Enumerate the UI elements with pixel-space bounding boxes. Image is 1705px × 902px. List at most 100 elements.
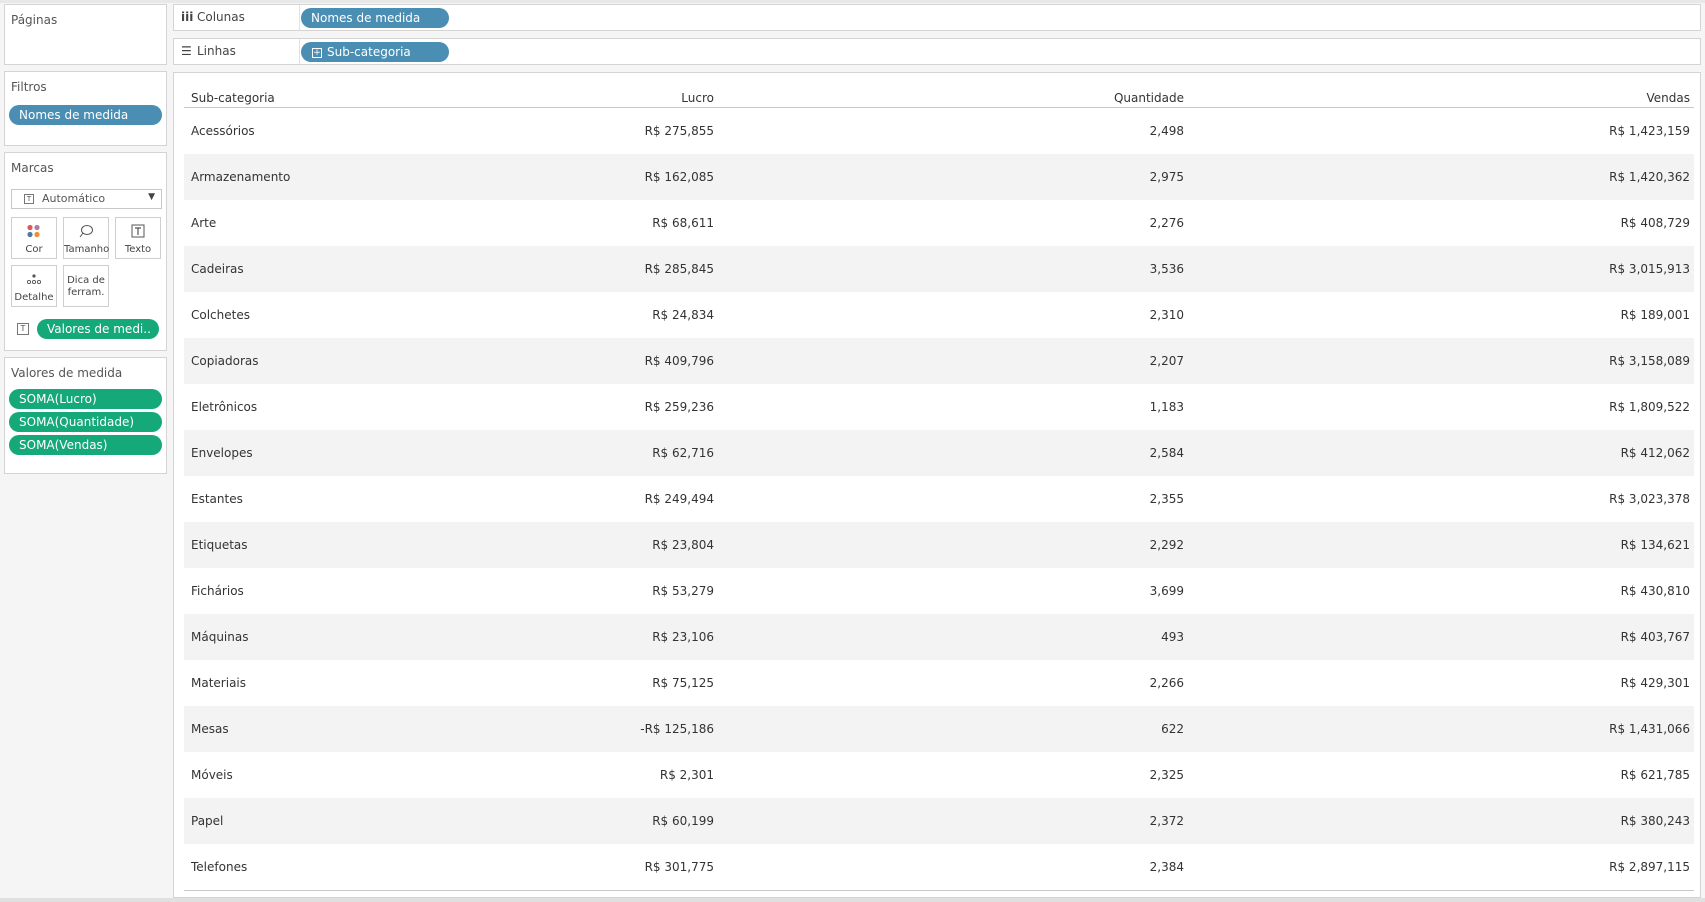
expand-plus-icon[interactable]: + <box>312 47 322 58</box>
measure-pill-vendas[interactable]: SOMA(Vendas) <box>9 435 162 455</box>
table-row[interactable]: Etiquetas R$ 23,804 2,292 R$ 134,621 <box>184 522 1694 568</box>
size-button-label: Tamanho <box>64 244 110 255</box>
cell-quantidade: 2,292 <box>1149 538 1184 552</box>
cell-sub-categoria: Acessórios <box>191 124 255 138</box>
header-quantidade[interactable]: Quantidade <box>1114 87 1184 110</box>
table-row[interactable]: Móveis R$ 2,301 2,325 R$ 621,785 <box>184 752 1694 798</box>
cell-vendas: R$ 412,062 <box>1620 446 1690 460</box>
table-row[interactable]: Eletrônicos R$ 259,236 1,183 R$ 1,809,522 <box>184 384 1694 430</box>
rows-icon: ☰ <box>181 44 192 58</box>
cell-lucro: R$ 68,611 <box>652 216 714 230</box>
cell-vendas: R$ 3,158,089 <box>1609 354 1690 368</box>
table-row[interactable]: Acessórios R$ 275,855 2,498 R$ 1,423,159 <box>184 108 1694 154</box>
detail-button[interactable]: Detalhe <box>11 265 57 307</box>
columns-icon: iii <box>181 10 194 24</box>
cell-quantidade: 2,207 <box>1149 354 1184 368</box>
detail-button-label: Detalhe <box>14 292 54 303</box>
cell-quantidade: 2,310 <box>1149 308 1184 322</box>
table-row[interactable]: Máquinas R$ 23,106 493 R$ 403,767 <box>184 614 1694 660</box>
size-button[interactable]: Tamanho <box>63 217 109 259</box>
cell-sub-categoria: Fichários <box>191 584 244 598</box>
measure-pill-lucro[interactable]: SOMA(Lucro) <box>9 389 162 409</box>
table-row[interactable]: Telefones R$ 301,775 2,384 R$ 2,897,115 <box>184 844 1694 890</box>
cell-vendas: R$ 1,809,522 <box>1609 400 1690 414</box>
cell-sub-categoria: Telefones <box>191 860 248 874</box>
mark-type-value: Automático <box>42 192 106 205</box>
mark-type-select[interactable]: T Automático ▼ <box>11 189 162 209</box>
filter-pill-measure-names[interactable]: Nomes de medida <box>9 105 162 125</box>
table-row[interactable]: Papel R$ 60,199 2,372 R$ 380,243 <box>184 798 1694 844</box>
cell-vendas: R$ 3,023,378 <box>1609 492 1690 506</box>
cell-sub-categoria: Cadeiras <box>191 262 244 276</box>
measure-pill-quantidade[interactable]: SOMA(Quantidade) <box>9 412 162 432</box>
cell-sub-categoria: Móveis <box>191 768 233 782</box>
cell-quantidade: 2,325 <box>1149 768 1184 782</box>
text-button[interactable]: Texto <box>115 217 161 259</box>
cell-lucro: R$ 23,804 <box>652 538 714 552</box>
cell-quantidade: 2,584 <box>1149 446 1184 460</box>
shelf-separator <box>299 39 300 64</box>
cell-vendas: R$ 408,729 <box>1620 216 1690 230</box>
cell-vendas: R$ 429,301 <box>1620 676 1690 690</box>
table-row[interactable]: Mesas -R$ 125,186 622 R$ 1,431,066 <box>184 706 1694 752</box>
cell-quantidade: 3,699 <box>1149 584 1184 598</box>
cell-lucro: R$ 285,845 <box>644 262 714 276</box>
header-lucro[interactable]: Lucro <box>681 87 714 110</box>
cell-quantidade: 2,266 <box>1149 676 1184 690</box>
cell-lucro: R$ 24,834 <box>652 308 714 322</box>
cell-quantidade: 2,372 <box>1149 814 1184 828</box>
cell-lucro: R$ 162,085 <box>644 170 714 184</box>
rows-pill-label: Sub-categoria <box>327 45 411 59</box>
table-row[interactable]: Armazenamento R$ 162,085 2,975 R$ 1,420,362 <box>184 154 1694 200</box>
filters-title: Filtros <box>11 80 47 94</box>
table-row[interactable]: Colchetes R$ 24,834 2,310 R$ 189,001 <box>184 292 1694 338</box>
cell-vendas: R$ 403,767 <box>1620 630 1690 644</box>
cell-vendas: R$ 380,243 <box>1620 814 1690 828</box>
cell-vendas: R$ 1,423,159 <box>1609 124 1690 138</box>
table-row[interactable]: Arte R$ 68,611 2,276 R$ 408,729 <box>184 200 1694 246</box>
table-row[interactable]: Fichários R$ 53,279 3,699 R$ 430,810 <box>184 568 1694 614</box>
table-row[interactable]: Materiais R$ 75,125 2,266 R$ 429,301 <box>184 660 1694 706</box>
columns-pill-measure-names[interactable]: Nomes de medida <box>301 8 449 28</box>
table-row[interactable]: Cadeiras R$ 285,845 3,536 R$ 3,015,913 <box>184 246 1694 292</box>
cell-lucro: R$ 409,796 <box>644 354 714 368</box>
table-bottom-border <box>184 890 1694 891</box>
table-row[interactable]: Copiadoras R$ 409,796 2,207 R$ 3,158,089 <box>184 338 1694 384</box>
cell-sub-categoria: Armazenamento <box>191 170 291 184</box>
rows-pill-sub-categoria[interactable]: + Sub-categoria <box>301 42 449 62</box>
text-mark-icon: T <box>24 194 34 204</box>
pages-card[interactable]: Páginas <box>4 4 167 65</box>
header-sub-categoria[interactable]: Sub-categoria <box>191 87 275 110</box>
tooltip-button[interactable]: Dica de ferram. <box>63 265 109 307</box>
table-row[interactable]: Estantes R$ 249,494 2,355 R$ 3,023,378 <box>184 476 1694 522</box>
cell-sub-categoria: Envelopes <box>191 446 253 460</box>
cell-quantidade: 2,384 <box>1149 860 1184 874</box>
columns-shelf[interactable]: iii Colunas Nomes de medida <box>173 4 1701 31</box>
text-mark-icon: T <box>17 323 29 335</box>
cell-sub-categoria: Copiadoras <box>191 354 259 368</box>
data-table: Sub-categoria Lucro Quantidade Vendas Ac… <box>184 85 1694 891</box>
cell-lucro: R$ 23,106 <box>652 630 714 644</box>
cell-vendas: R$ 134,621 <box>1620 538 1690 552</box>
cell-quantidade: 2,498 <box>1149 124 1184 138</box>
cell-sub-categoria: Materiais <box>191 676 247 690</box>
tooltip-button-label-2: ferram. <box>67 287 105 298</box>
rows-shelf[interactable]: ☰ Linhas + Sub-categoria <box>173 38 1701 65</box>
pages-title: Páginas <box>11 13 58 27</box>
cell-vendas: R$ 2,897,115 <box>1609 860 1690 874</box>
table-row[interactable]: Envelopes R$ 62,716 2,584 R$ 412,062 <box>184 430 1694 476</box>
columns-shelf-label: iii Colunas <box>181 10 245 24</box>
cell-lucro: -R$ 125,186 <box>640 722 714 736</box>
cell-quantidade: 622 <box>1161 722 1184 736</box>
header-vendas[interactable]: Vendas <box>1647 87 1691 110</box>
cell-sub-categoria: Mesas <box>191 722 229 736</box>
cell-vendas: R$ 1,431,066 <box>1609 722 1690 736</box>
detail-dots-icon <box>12 272 56 286</box>
cell-vendas: R$ 3,015,913 <box>1609 262 1690 276</box>
filters-card[interactable]: Filtros Nomes de medida <box>4 71 167 146</box>
size-lasso-icon <box>64 224 108 238</box>
text-pill-measure-values[interactable]: Valores de medi.. <box>37 319 159 339</box>
color-button[interactable]: Cor <box>11 217 57 259</box>
top-strip <box>0 0 1705 3</box>
cell-lucro: R$ 275,855 <box>644 124 714 138</box>
